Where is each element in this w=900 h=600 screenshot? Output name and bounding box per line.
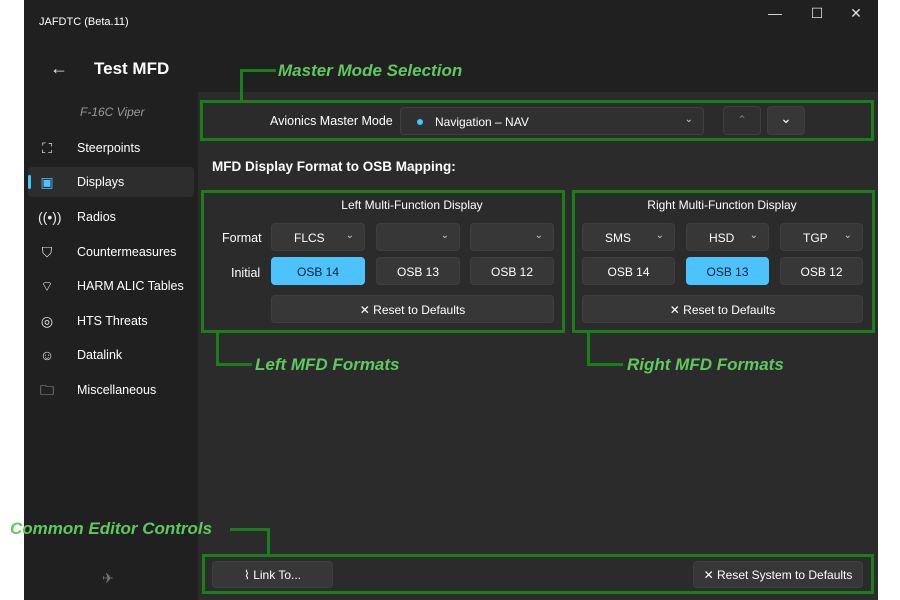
sidebar-item-label: HTS Threats [77, 314, 148, 328]
window-title: JAFDTC (Beta.11) [39, 16, 129, 28]
sidebar-item-label: Radios [77, 210, 116, 224]
close-icon[interactable]: ✕ [841, 5, 871, 22]
left-mfd-highlight [201, 190, 565, 333]
annotation-leader [216, 331, 219, 365]
sidebar-item-steerpoints[interactable]: ⛶ Steerpoints [28, 133, 194, 163]
common-controls-highlight [202, 554, 874, 594]
maximize-icon[interactable]: ☐ [802, 5, 832, 22]
arrow-left-icon[interactable]: ← [50, 58, 68, 79]
sidebar-item-radios[interactable]: ((•)) Radios [28, 202, 194, 232]
section-title: MFD Display Format to OSB Mapping: [212, 159, 456, 174]
wifi-icon: ⌔ [40, 278, 54, 294]
selection-marker [28, 175, 31, 189]
annotation-common-controls: Common Editor Controls [10, 519, 213, 538]
sidebar-item-label: Datalink [77, 348, 123, 362]
annotation-leader [267, 528, 270, 556]
annotation-master-mode: Master Mode Selection [278, 61, 463, 80]
sidebar-item-label: Displays [77, 175, 125, 189]
annotation-leader [230, 528, 270, 531]
radio-antenna-icon: ((•)) [38, 209, 62, 225]
display-chip-icon: ▣ [40, 174, 54, 190]
steerpoint-icon: ⛶ [42, 140, 52, 156]
sidebar-item-miscellaneous[interactable]: 🗀 Miscellaneous [28, 375, 194, 405]
sidebar-item-hts-threats[interactable]: ◎ HTS Threats [28, 306, 194, 336]
page-title: Test MFD [94, 59, 170, 78]
sidebar-item-displays[interactable]: ▣ Displays [28, 167, 194, 197]
sidebar-item-label: Steerpoints [77, 141, 141, 155]
annotation-leader [240, 69, 243, 102]
people-icon: ☺ [39, 347, 55, 363]
sidebar-item-label: HARM ALIC Tables [77, 279, 184, 293]
sidebar-item-harm-alic-tables[interactable]: ⌔ HARM ALIC Tables [28, 271, 194, 301]
minimize-icon[interactable]: — [760, 5, 790, 21]
sidebar-item-countermeasures[interactable]: ⛉ Countermeasures [28, 237, 194, 267]
right-mfd-highlight [572, 190, 875, 333]
plane-icon[interactable]: ✈ [102, 570, 114, 587]
airframe-label: F-16C Viper [80, 105, 145, 119]
annotation-leader [216, 363, 252, 366]
master-mode-highlight [200, 100, 874, 141]
annotation-leader [587, 331, 590, 365]
target-icon: ◎ [40, 313, 54, 329]
sidebar-item-datalink[interactable]: ☺ Datalink [28, 340, 194, 370]
folder-icon: 🗀 [40, 382, 54, 398]
annotation-leader [240, 69, 276, 72]
sidebar-item-label: Countermeasures [77, 245, 177, 259]
annotation-leader [587, 363, 623, 366]
annotation-left-mfd: Left MFD Formats [255, 355, 400, 374]
annotation-right-mfd: Right MFD Formats [627, 355, 784, 374]
sidebar-item-label: Miscellaneous [77, 383, 157, 397]
shield-icon: ⛉ [41, 244, 53, 260]
